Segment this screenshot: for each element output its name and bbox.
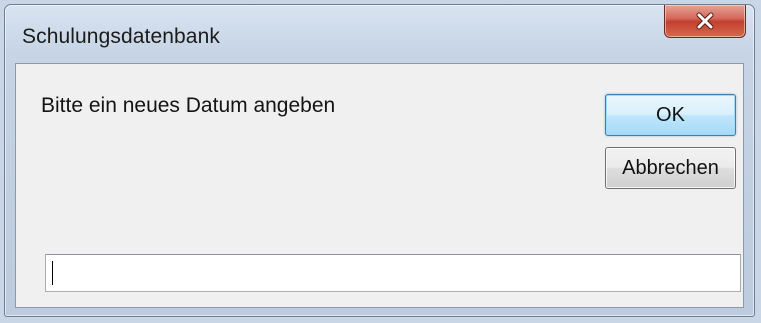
title-bar[interactable]: Schulungsdatenbank [5,5,754,63]
text-caret [52,261,53,285]
window-title: Schulungsdatenbank [22,25,220,48]
ok-button[interactable]: OK [605,94,736,136]
dialog-body: Bitte ein neues Datum angeben OK Abbrech… [15,63,744,308]
prompt-label: Bitte ein neues Datum angeben [41,94,336,117]
dialog-window: Schulungsdatenbank Bitte ein neues Datum… [4,4,755,317]
close-icon [696,12,714,30]
date-input[interactable] [45,254,741,292]
close-button[interactable] [664,5,746,38]
cancel-button[interactable]: Abbrechen [605,147,736,189]
